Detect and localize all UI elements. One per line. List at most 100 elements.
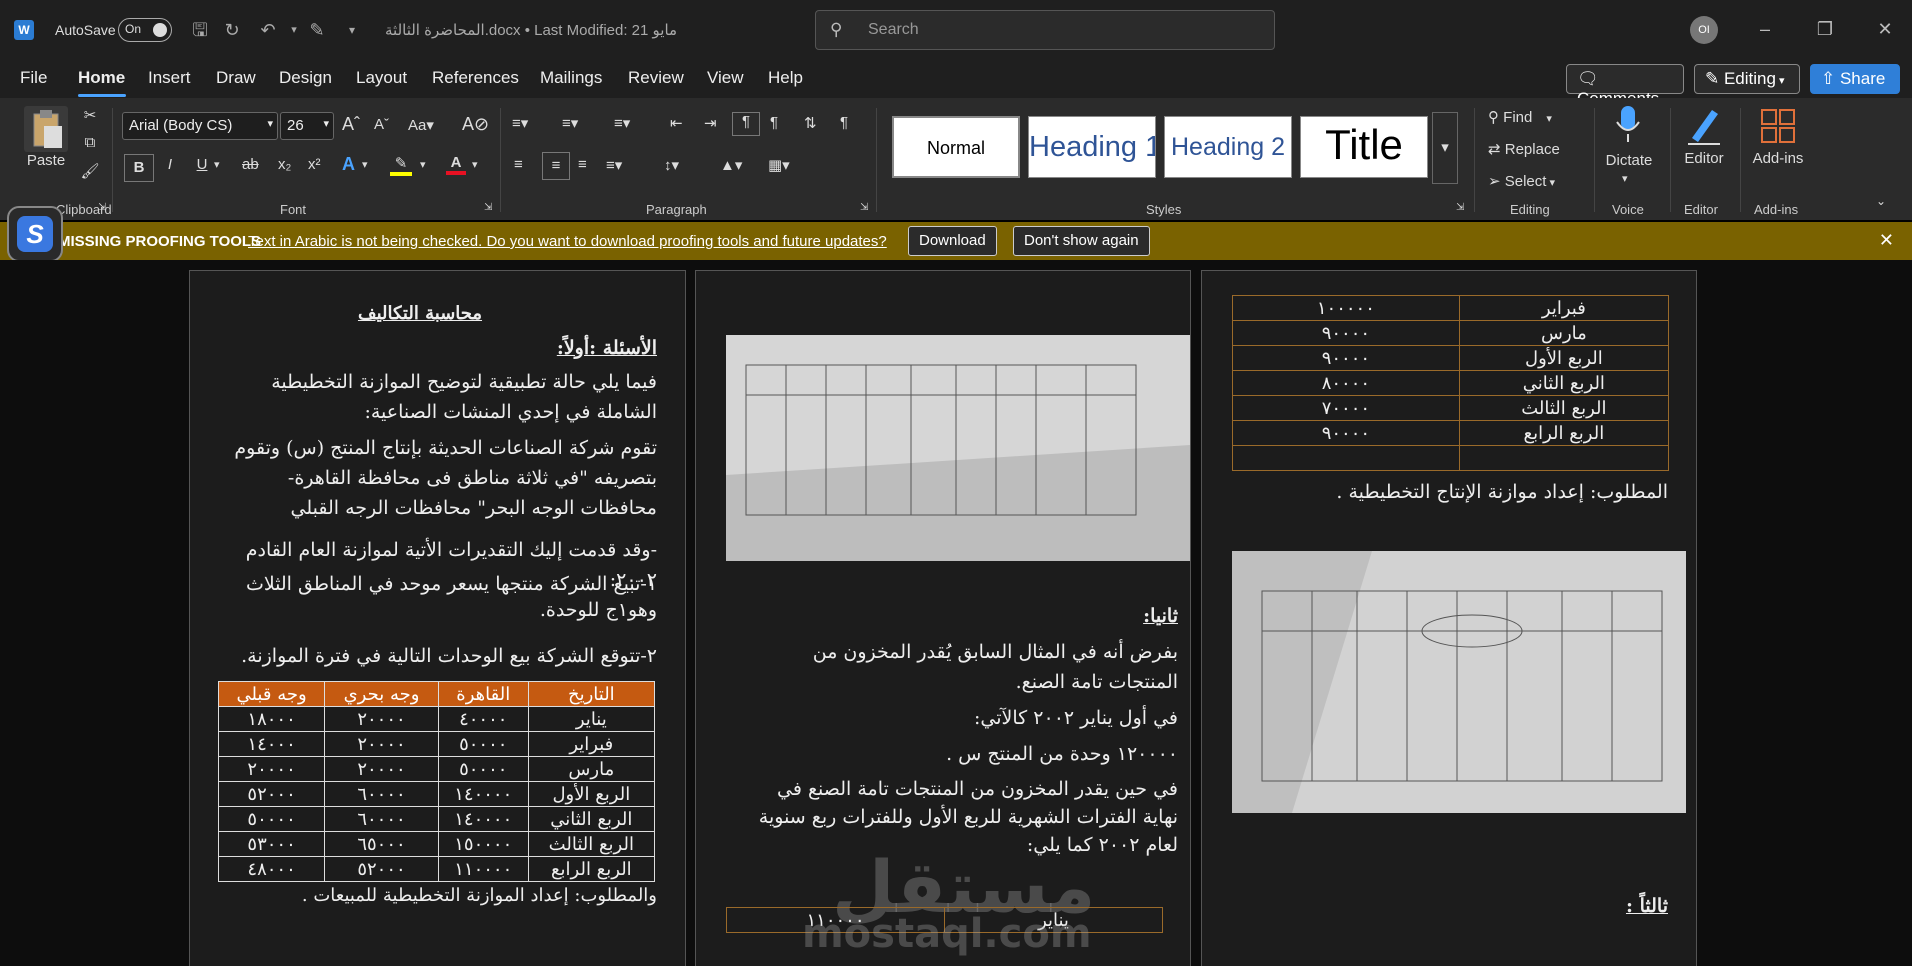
dialog-launcher-icon[interactable]: ⇲ — [860, 202, 868, 213]
ltr-direction-icon[interactable]: ¶ — [732, 112, 760, 136]
notice-link[interactable]: Text in Arabic is not being checked. Do … — [248, 233, 887, 250]
tab-insert[interactable]: Insert — [148, 68, 191, 88]
paste-button-label[interactable]: Paste — [20, 152, 72, 169]
download-button[interactable]: Download — [908, 226, 997, 256]
page-3[interactable]: فبراير ١٠٠٠٠٠ مارس ٩٠٠٠٠ الربع الأول ٩٠٠٠٠ … — [1201, 270, 1697, 966]
style-heading-1[interactable]: Heading 1 — [1028, 116, 1156, 178]
clear-formatting-icon[interactable]: A⊘ — [462, 114, 489, 135]
tab-review[interactable]: Review — [628, 68, 684, 88]
align-center-icon[interactable]: ≡ — [542, 152, 570, 180]
style-title[interactable]: Title — [1300, 116, 1428, 178]
tab-home[interactable]: Home — [78, 68, 125, 88]
bullets-icon[interactable]: ≡▾ — [512, 114, 528, 132]
tab-mailings[interactable]: Mailings — [540, 68, 602, 88]
chevron-down-icon[interactable]: ▾ — [472, 158, 478, 171]
line-spacing-icon[interactable]: ↕▾ — [664, 156, 679, 174]
search-input[interactable]: Search — [868, 21, 919, 39]
dont-show-again-button[interactable]: Don't show again — [1013, 226, 1150, 256]
dialog-launcher-icon[interactable]: ⇲ — [1456, 202, 1464, 213]
customize-toolbar-icon[interactable]: ▾ — [340, 18, 364, 42]
avatar[interactable]: OI — [1690, 16, 1718, 44]
close-icon[interactable]: ✕ — [1870, 14, 1900, 44]
tab-help[interactable]: Help — [768, 68, 803, 88]
change-case-icon[interactable]: Aa▾ — [408, 116, 434, 134]
rtl-direction-icon[interactable]: ¶ — [770, 114, 778, 131]
floating-app-icon[interactable]: S — [7, 206, 63, 262]
tab-design[interactable]: Design — [279, 68, 332, 88]
justify-icon[interactable]: ≡▾ — [606, 156, 622, 174]
tab-layout[interactable]: Layout — [356, 68, 407, 88]
collapse-ribbon-icon[interactable]: ⌄ — [1876, 194, 1886, 208]
find-button[interactable]: ⚲ Find ▾ — [1488, 108, 1578, 126]
cut-icon[interactable]: ✂ — [80, 106, 100, 124]
replace-button[interactable]: ⇄ Replace — [1488, 140, 1578, 158]
sort-icon[interactable]: ⇅ — [804, 114, 817, 132]
highlight-icon[interactable]: ✎ — [390, 154, 412, 176]
style-heading-2[interactable]: Heading 2 — [1164, 116, 1292, 178]
chevron-down-icon[interactable]: ▾ — [362, 158, 368, 171]
share-button[interactable]: ⇧ Share ▾ — [1810, 64, 1900, 107]
add-ins-label[interactable]: Add-ins — [1748, 150, 1808, 167]
tab-references[interactable]: References — [432, 68, 519, 88]
editor-label[interactable]: Editor — [1680, 150, 1728, 167]
font-name-combo[interactable]: Arial (Body CS) ▾ — [122, 112, 278, 140]
page-1[interactable]: محاسبة التكاليف الأسئلة :أولاً: فيما يلي… — [189, 270, 686, 966]
question-3-heading: ثالثاً : — [1625, 895, 1668, 917]
table-cell: الربع الثاني — [527, 806, 656, 832]
autosave-toggle[interactable]: On — [118, 18, 172, 42]
comments-button[interactable]: 🗨 Comments — [1566, 64, 1684, 108]
undo-dropdown-icon[interactable]: ▾ — [282, 18, 306, 42]
page-2[interactable]: ثانيا: بفرض أنه في المثال السابق يُقدر ا… — [695, 270, 1191, 966]
table-cell: ٥٠٠٠٠ — [437, 756, 529, 782]
dialog-launcher-icon[interactable]: ⇲ — [98, 202, 106, 213]
superscript-icon[interactable]: x² — [308, 156, 321, 173]
copy-icon[interactable]: ⧉ — [80, 134, 100, 151]
italic-icon[interactable]: I — [160, 156, 180, 173]
restore-icon[interactable]: ❐ — [1810, 14, 1840, 44]
search-box[interactable]: ⚲ Search — [815, 10, 1275, 50]
chevron-down-icon[interactable]: ▾ — [214, 158, 220, 171]
strikethrough-icon[interactable]: ab — [242, 156, 259, 173]
tab-draw[interactable]: Draw — [216, 68, 256, 88]
dialog-launcher-icon[interactable]: ⇲ — [484, 202, 492, 213]
underline-icon[interactable]: U — [192, 156, 212, 173]
microphone-icon[interactable] — [1614, 104, 1642, 144]
chevron-down-icon[interactable]: ▾ — [1622, 172, 1628, 185]
shrink-font-icon[interactable]: Aˇ — [374, 116, 389, 133]
close-icon[interactable]: ✕ — [1879, 230, 1894, 251]
tab-view[interactable]: View — [707, 68, 744, 88]
chevron-down-icon[interactable]: ▾ — [420, 158, 426, 171]
shading-icon[interactable]: ▲▾ — [720, 156, 742, 174]
grow-font-icon[interactable]: Aˆ — [342, 114, 360, 135]
subscript-icon[interactable]: x₂ — [278, 156, 291, 173]
style-normal[interactable]: Normal — [892, 116, 1020, 178]
paste-icon[interactable] — [24, 106, 68, 152]
increase-indent-icon[interactable]: ⇥ — [704, 114, 717, 132]
dictate-label[interactable]: Dictate — [1600, 152, 1658, 169]
show-marks-icon[interactable]: ¶ — [840, 114, 848, 131]
format-painter-quick-icon[interactable]: ✎ — [305, 18, 329, 42]
borders-icon[interactable]: ▦▾ — [768, 156, 790, 174]
select-button[interactable]: ➢ Select ▾ — [1488, 172, 1578, 190]
font-color-icon[interactable]: A — [446, 154, 466, 175]
decrease-indent-icon[interactable]: ⇤ — [670, 114, 683, 132]
align-right-icon[interactable]: ≡ — [578, 156, 587, 173]
table-row: مارس ٩٠٠٠٠ — [1232, 320, 1670, 346]
tab-file[interactable]: File — [20, 68, 47, 88]
add-ins-icon[interactable] — [1758, 106, 1798, 146]
align-left-icon[interactable]: ≡ — [514, 156, 523, 173]
minimize-icon[interactable]: – — [1750, 14, 1780, 44]
numbering-icon[interactable]: ≡▾ — [562, 114, 578, 132]
editing-mode-button[interactable]: ✎ Editing ▾ — [1694, 64, 1800, 94]
document-title[interactable]: المحاضرة الثالثة.docx • Last Modified: 2… — [385, 21, 677, 39]
editor-icon[interactable] — [1684, 104, 1724, 146]
multilevel-list-icon[interactable]: ≡▾ — [614, 114, 630, 132]
styles-gallery-expand-icon[interactable]: ▾ — [1432, 112, 1458, 184]
save-icon[interactable]: 🖫 — [188, 18, 212, 42]
format-painter-icon[interactable]: 🖌 — [80, 162, 100, 180]
bold-icon[interactable]: B — [124, 154, 154, 182]
font-size-combo[interactable]: 26 ▾ — [280, 112, 334, 140]
refresh-icon[interactable]: ↻ — [220, 18, 244, 42]
text-effects-icon[interactable]: A — [342, 154, 355, 175]
undo-icon[interactable]: ↶ — [256, 18, 280, 42]
